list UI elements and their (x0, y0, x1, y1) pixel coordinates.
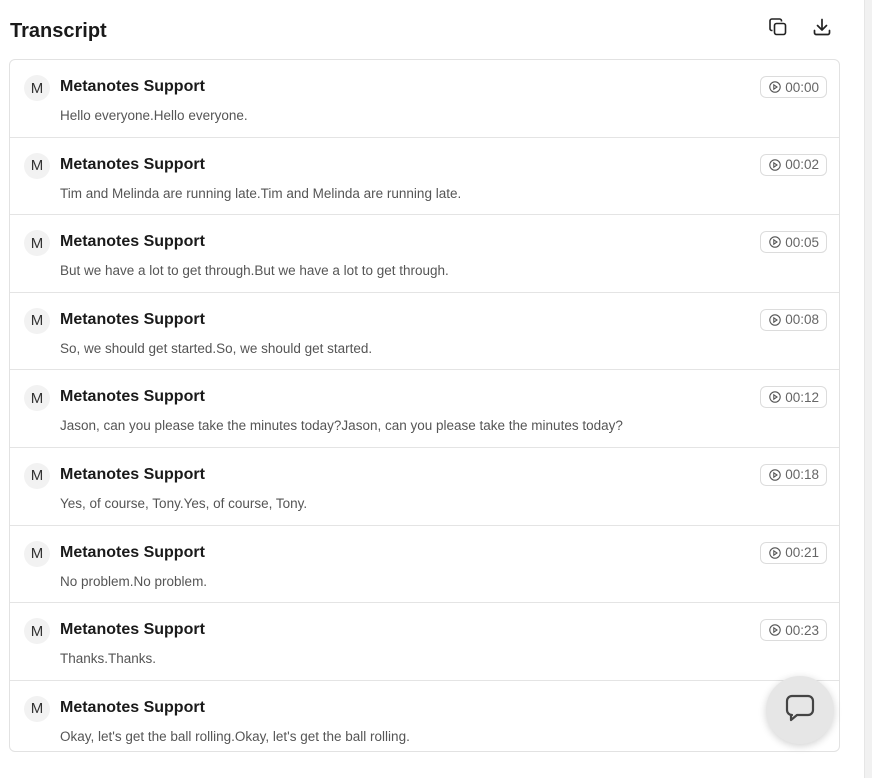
speaker-name: Metanotes Support (60, 155, 205, 173)
transcript-list: M Metanotes Support 00:00 Hello everyone.He… (9, 59, 840, 752)
timestamp-play-button[interactable]: 00:02 (760, 153, 827, 176)
avatar: M (24, 307, 50, 334)
transcript-text: Thanks.Thanks. (60, 651, 157, 667)
timestamp-label: 00:08 (785, 312, 819, 328)
speaker-name: Metanotes Support (60, 78, 205, 95)
speaker-name: Metanotes Support (60, 543, 205, 561)
avatar: M (24, 695, 50, 722)
play-circle-icon (769, 469, 781, 481)
timestamp-label: 00:23 (785, 622, 819, 638)
copy-icon (768, 17, 788, 42)
transcript-text: Jason, can you please take the minutes t… (60, 418, 623, 434)
speaker-name: Metanotes Support (60, 698, 205, 716)
speaker-name: Metanotes Support (60, 621, 205, 639)
chat-bubble-icon (784, 693, 816, 728)
download-icon (812, 17, 832, 42)
transcript-text: No problem.No problem. (60, 573, 208, 589)
transcript-text: So, we should get started.So, we should … (60, 340, 373, 356)
play-circle-icon (769, 314, 781, 326)
play-circle-icon (769, 236, 781, 248)
timestamp-play-button[interactable]: 00:12 (760, 386, 827, 409)
timestamp-play-button[interactable]: 00:21 (760, 541, 827, 564)
transcript-entry: M Metanotes Support 00:18 Yes, of course, T… (10, 448, 839, 526)
avatar: M (24, 75, 50, 101)
avatar: M (24, 152, 50, 179)
transcript-text: But we have a lot to get through.But we … (60, 263, 449, 279)
transcript-entry: M Metanotes Support Okay, let's get the ba… (10, 681, 839, 751)
download-button[interactable] (810, 17, 834, 41)
speaker-name: Metanotes Support (60, 465, 205, 483)
timestamp-play-button[interactable]: 00:18 (760, 463, 827, 486)
transcript-entry: M Metanotes Support 00:12 Jason, can you pl… (10, 370, 839, 448)
scrollbar[interactable] (864, 0, 872, 778)
timestamp-label: 00:02 (785, 157, 819, 173)
avatar: M (24, 230, 50, 257)
timestamp-play-button[interactable]: 00:23 (760, 619, 827, 642)
timestamp-label: 00:05 (785, 234, 819, 250)
timestamp-play-button[interactable]: 00:08 (760, 308, 827, 331)
timestamp-play-button[interactable]: 00:05 (760, 231, 827, 254)
speaker-name: Metanotes Support (60, 310, 205, 328)
transcript-entry: M Metanotes Support 00:21 No problem.No pro… (10, 526, 839, 604)
transcript-entry: M Metanotes Support 00:02 Tim and Melinda a… (10, 138, 839, 216)
timestamp-label: 00:00 (785, 79, 819, 95)
play-circle-icon (769, 546, 781, 559)
page-title: Transcript (10, 20, 107, 42)
avatar: M (24, 385, 50, 412)
transcript-entry: M Metanotes Support 00:05 But we have a lot… (10, 215, 839, 293)
copy-button[interactable] (766, 17, 790, 41)
timestamp-label: 00:21 (785, 545, 819, 561)
transcript-text: Yes, of course, Tony.Yes, of course, Ton… (60, 495, 308, 511)
transcript-text: Hello everyone.Hello everyone. (60, 108, 248, 123)
chat-widget-button[interactable] (766, 676, 834, 744)
avatar: M (24, 462, 50, 489)
timestamp-label: 00:12 (785, 389, 819, 405)
timestamp-label: 00:18 (785, 467, 819, 483)
speaker-name: Metanotes Support (60, 388, 205, 406)
timestamp-play-button[interactable]: 00:00 (760, 76, 827, 98)
speaker-name: Metanotes Support (60, 233, 205, 251)
avatar: M (24, 618, 50, 645)
play-circle-icon (769, 624, 781, 636)
play-circle-icon (769, 81, 781, 93)
transcript-text: Tim and Melinda are running late.Tim and… (60, 185, 462, 201)
transcript-entry: M Metanotes Support 00:00 Hello everyone.He… (10, 60, 839, 138)
transcript-entry: M Metanotes Support 00:23 Thanks.Thanks. (10, 603, 839, 681)
avatar: M (24, 540, 50, 567)
play-circle-icon (769, 158, 781, 171)
transcript-text: Okay, let's get the ball rolling.Okay, l… (60, 728, 410, 744)
play-circle-icon (769, 391, 781, 404)
transcript-header: Transcript (10, 0, 840, 60)
transcript-entry: M Metanotes Support 00:08 So, we should get… (10, 293, 839, 371)
